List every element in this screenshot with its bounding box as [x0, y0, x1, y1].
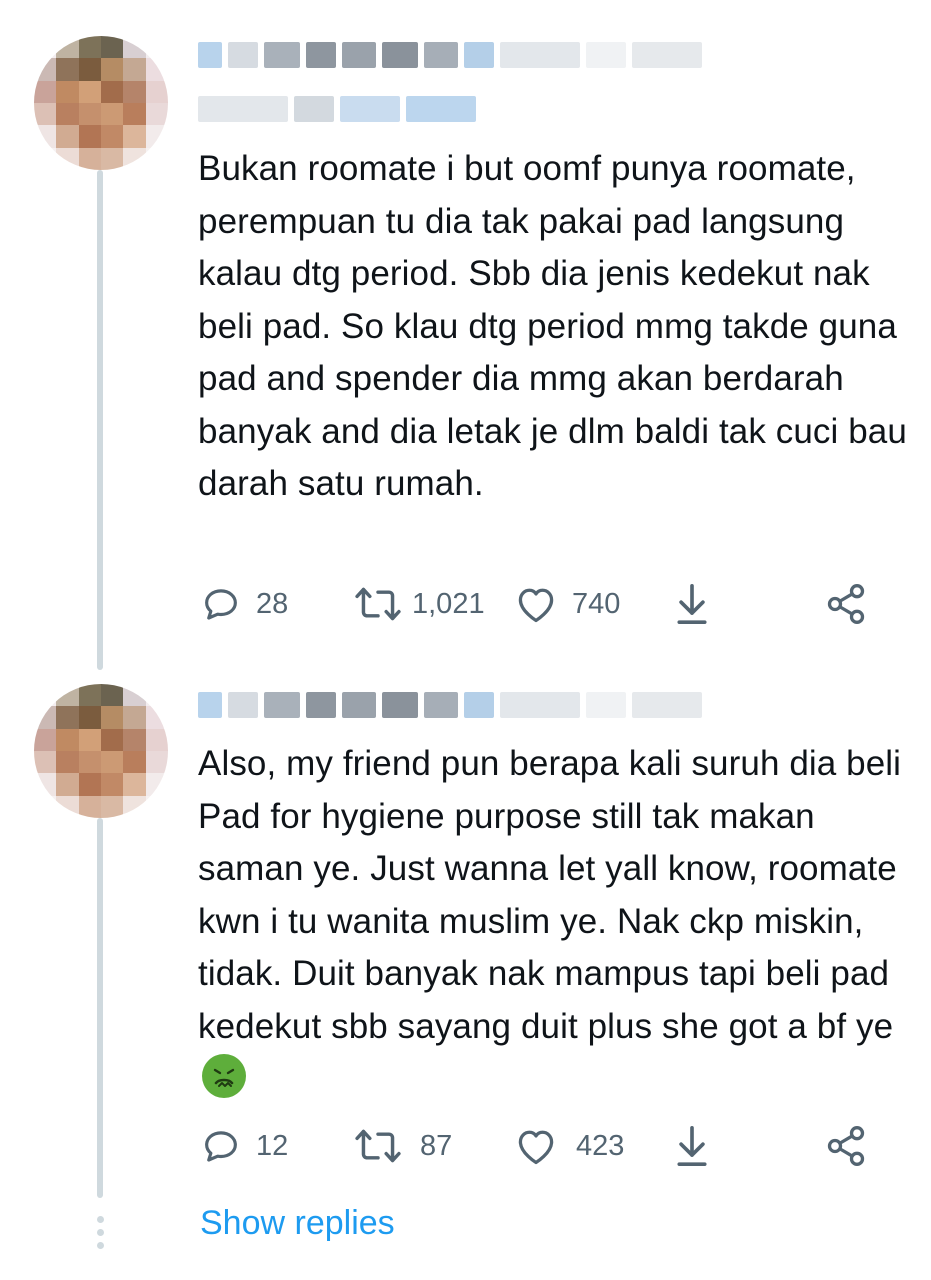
nauseated-face-icon: [202, 1054, 246, 1098]
display-name[interactable]: [198, 688, 702, 722]
share-icon: [827, 1126, 865, 1166]
tweet-text: Also, my friend pun berapa kali suruh di…: [198, 738, 908, 1106]
heart-icon: [518, 1130, 554, 1165]
reply-count: 28: [256, 587, 289, 620]
avatar[interactable]: [34, 684, 168, 818]
tweet-text: Bukan roomate i but oomf punya roomate, …: [198, 149, 907, 503]
retweet-button[interactable]: 1,021: [354, 574, 485, 634]
thread-line: [97, 818, 103, 1198]
retweet-count: 1,021: [412, 587, 485, 620]
heart-icon: [518, 588, 554, 623]
show-replies-link[interactable]: Show replies: [200, 1204, 395, 1243]
tweet-actions: 12 87 423: [198, 1116, 931, 1176]
display-name[interactable]: [198, 38, 702, 72]
reply-icon: [205, 1131, 237, 1162]
retweet-button[interactable]: 87: [354, 1116, 452, 1176]
like-count: 740: [572, 587, 621, 620]
reply-button[interactable]: 28: [200, 574, 288, 634]
download-button[interactable]: [672, 574, 712, 634]
avatar[interactable]: [34, 36, 168, 170]
username[interactable]: [198, 92, 476, 126]
reply-count: 12: [256, 1129, 289, 1162]
reply-button[interactable]: 12: [200, 1116, 288, 1176]
retweet-icon: [355, 587, 401, 621]
download-icon: [677, 583, 707, 624]
download-icon: [677, 1126, 707, 1166]
tweet-actions: 28 1,021 740: [198, 574, 931, 634]
share-button[interactable]: [824, 574, 868, 634]
retweet-count: 87: [420, 1129, 453, 1162]
tweet-text-body: Also, my friend pun berapa kali suruh di…: [198, 744, 902, 1046]
like-count: 423: [576, 1129, 625, 1162]
share-button[interactable]: [824, 1116, 868, 1176]
like-button[interactable]: 423: [514, 1116, 624, 1176]
like-button[interactable]: 740: [514, 574, 620, 634]
share-icon: [827, 584, 865, 624]
retweet-icon: [355, 1129, 401, 1163]
thread-line: [97, 170, 103, 670]
reply-icon: [205, 589, 237, 620]
more-replies-dots: [95, 1216, 105, 1255]
download-button[interactable]: [672, 1116, 712, 1176]
